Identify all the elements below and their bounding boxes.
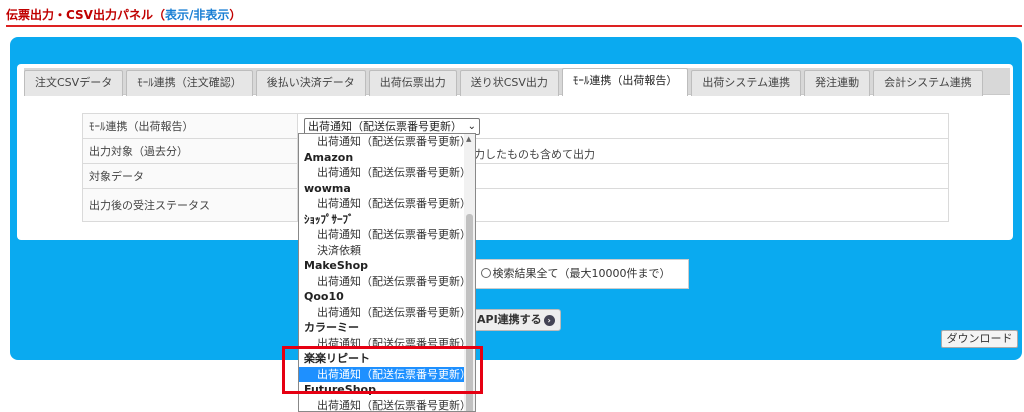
row-label-mall-report: ﾓｰﾙ連携（出荷報告） <box>82 113 298 139</box>
dropdown-option[interactable]: 出荷通知（配送伝票番号更新） <box>299 134 475 150</box>
radio-all-results[interactable] <box>480 268 491 278</box>
row-label-order-status: 出力後の受注ステータス <box>82 188 298 222</box>
tab-mall-order-confirm[interactable]: ﾓｰﾙ連携（注文確認） <box>126 70 253 96</box>
api-link-button-label: API連携する <box>477 313 542 326</box>
tab-shipping-slip[interactable]: 出荷伝票出力 <box>368 70 457 96</box>
chevron-down-icon: ⌄ <box>467 120 476 132</box>
dropdown-option[interactable]: 出荷通知（配送伝票番号更新） <box>299 274 475 290</box>
output-range-box: 目 検索結果全て（最大10000件まで） <box>460 259 689 289</box>
form-row: 対象データ <box>82 163 949 189</box>
report-type-select[interactable]: 出荷通知（配送伝票番号更新） ⌄ <box>304 117 480 135</box>
dropdown-option[interactable]: 出荷通知（配送伝票番号更新） <box>299 398 475 412</box>
tab-bar: 注文CSVデータ ﾓｰﾙ連携（注文確認） 後払い決済データ 出荷伝票出力 送り状… <box>24 68 1010 96</box>
form-row: 出力後の受注ステータス <box>82 188 949 222</box>
form-row: ﾓｰﾙ連携（出荷報告） 出荷通知（配送伝票番号更新） ⌄ <box>82 113 949 139</box>
dropdown-group-label: ｼｮｯﾌﾟｻｰﾌﾞ <box>304 212 354 226</box>
row-label-output-target: 出力対象（過去分） <box>82 138 298 164</box>
dropdown-option[interactable]: 出荷通知（配送伝票番号更新） <box>299 227 475 243</box>
toggle-visibility-link[interactable]: 表示/非表示 <box>165 8 229 22</box>
row-label-target-data: 対象データ <box>82 163 298 189</box>
tab-accounting-system[interactable]: 会計システム連携 <box>873 70 983 96</box>
arrow-right-icon: › <box>543 315 555 326</box>
panel-title: 伝票出力・CSV出力パネル（表示/非表示） <box>6 6 241 23</box>
highlight-annotation <box>282 346 483 394</box>
output-scope-text: 力したものも含めて出力 <box>474 148 595 161</box>
tab-waybill-csv[interactable]: 送り状CSV出力 <box>459 70 559 96</box>
settings-form: ﾓｰﾙ連携（出荷報告） 出荷通知（配送伝票番号更新） ⌄ 出力対象（過去分） 対象… <box>82 113 949 222</box>
dropdown-group-label: カラーミー <box>304 321 359 334</box>
tab-deferred-payment[interactable]: 後払い決済データ <box>255 70 366 96</box>
api-link-button[interactable]: API連携する › <box>462 309 561 331</box>
download-button[interactable]: ダウンロード <box>941 330 1018 348</box>
dropdown-group-label: Qoo10 <box>304 290 344 303</box>
dropdown-group-label: MakeShop <box>304 259 369 272</box>
tab-mall-shipping-report[interactable]: ﾓｰﾙ連携（出荷報告） <box>561 68 689 96</box>
dropdown-group-label: Amazon <box>304 150 354 164</box>
radio-all-results-label[interactable]: 検索結果全て（最大10000件まで） <box>493 267 671 280</box>
scroll-up-icon[interactable]: ▲ <box>466 135 471 143</box>
tab-purchase-order[interactable]: 発注連動 <box>804 70 871 96</box>
dropdown-option[interactable]: 出荷通知（配送伝票番号更新） <box>299 196 475 212</box>
dropdown-group-label: wowma <box>304 181 351 195</box>
header-divider <box>6 25 1022 27</box>
tab-shipping-system[interactable]: 出荷システム連携 <box>691 70 802 96</box>
select-value: 出荷通知（配送伝票番号更新） <box>308 119 462 133</box>
panel-title-close: ） <box>229 8 242 22</box>
dropdown-option[interactable]: 出荷通知（配送伝票番号更新） <box>299 165 475 181</box>
dropdown-option[interactable]: 決済依頼 <box>299 243 475 259</box>
panel-title-text: 伝票出力・CSV出力パネル（ <box>6 8 165 22</box>
dropdown-option[interactable]: 出荷通知（配送伝票番号更新） <box>299 305 475 321</box>
tab-order-csv[interactable]: 注文CSVデータ <box>24 70 124 96</box>
